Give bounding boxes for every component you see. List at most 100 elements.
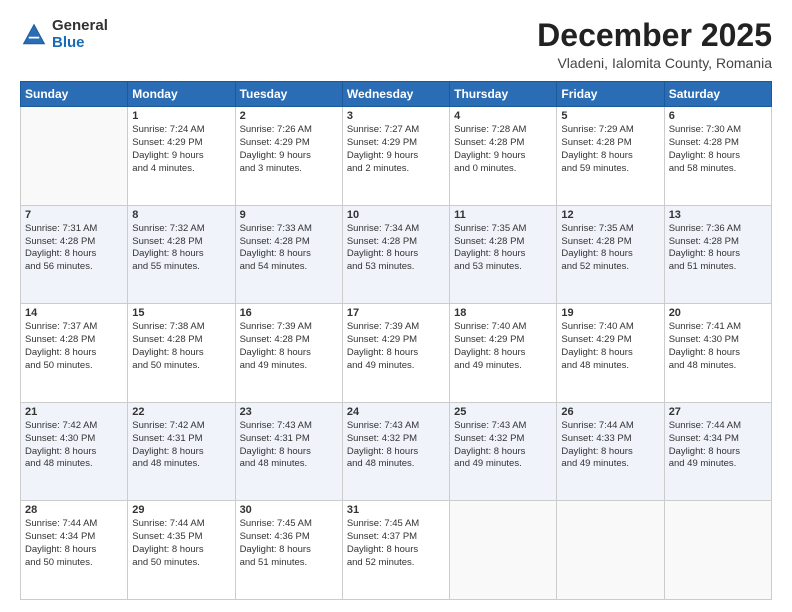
day-number: 6: [669, 110, 767, 122]
day-number: 13: [669, 209, 767, 221]
day-detail: Sunrise: 7:39 AMSunset: 4:29 PMDaylight:…: [347, 321, 445, 372]
calendar-cell: 31 Sunrise: 7:45 AMSunset: 4:37 PMDayligh…: [342, 501, 449, 600]
day-detail: Sunrise: 7:37 AMSunset: 4:28 PMDaylight:…: [25, 321, 123, 372]
day-number: 25: [454, 406, 552, 418]
day-number: 11: [454, 209, 552, 221]
day-detail: Sunrise: 7:36 AMSunset: 4:28 PMDaylight:…: [669, 223, 767, 274]
day-detail: Sunrise: 7:28 AMSunset: 4:28 PMDaylight:…: [454, 124, 552, 175]
logo-text: General Blue: [52, 18, 108, 51]
calendar-cell: 12 Sunrise: 7:35 AMSunset: 4:28 PMDayligh…: [557, 205, 664, 304]
day-detail: Sunrise: 7:44 AMSunset: 4:33 PMDaylight:…: [561, 420, 659, 471]
logo-general-text: General: [52, 18, 108, 35]
day-detail: Sunrise: 7:34 AMSunset: 4:28 PMDaylight:…: [347, 223, 445, 274]
col-header-friday: Friday: [557, 82, 664, 107]
day-detail: Sunrise: 7:45 AMSunset: 4:36 PMDaylight:…: [240, 518, 338, 569]
calendar-cell: [664, 501, 771, 600]
day-number: 14: [25, 307, 123, 319]
day-detail: Sunrise: 7:41 AMSunset: 4:30 PMDaylight:…: [669, 321, 767, 372]
day-detail: Sunrise: 7:24 AMSunset: 4:29 PMDaylight:…: [132, 124, 230, 175]
day-number: 7: [25, 209, 123, 221]
day-detail: Sunrise: 7:35 AMSunset: 4:28 PMDaylight:…: [561, 223, 659, 274]
calendar-cell: [21, 107, 128, 206]
calendar-week-row: 21Sunrise: 7:42 AMSunset: 4:30 PMDayligh…: [21, 402, 772, 501]
calendar-cell: 24 Sunrise: 7:43 AMSunset: 4:32 PMDayligh…: [342, 402, 449, 501]
day-number: 31: [347, 504, 445, 516]
day-detail: Sunrise: 7:43 AMSunset: 4:32 PMDaylight:…: [347, 420, 445, 471]
day-number: 26: [561, 406, 659, 418]
day-number: 8: [132, 209, 230, 221]
day-number: 16: [240, 307, 338, 319]
day-number: 18: [454, 307, 552, 319]
day-number: 27: [669, 406, 767, 418]
day-number: 17: [347, 307, 445, 319]
day-detail: Sunrise: 7:44 AMSunset: 4:34 PMDaylight:…: [25, 518, 123, 569]
day-detail: Sunrise: 7:43 AMSunset: 4:32 PMDaylight:…: [454, 420, 552, 471]
day-number: 12: [561, 209, 659, 221]
col-header-saturday: Saturday: [664, 82, 771, 107]
calendar-cell: 19 Sunrise: 7:40 AMSunset: 4:29 PMDayligh…: [557, 304, 664, 403]
calendar-cell: 17 Sunrise: 7:39 AMSunset: 4:29 PMDayligh…: [342, 304, 449, 403]
calendar-cell: 26 Sunrise: 7:44 AMSunset: 4:33 PMDayligh…: [557, 402, 664, 501]
calendar-cell: 25 Sunrise: 7:43 AMSunset: 4:32 PMDayligh…: [450, 402, 557, 501]
day-detail: Sunrise: 7:29 AMSunset: 4:28 PMDaylight:…: [561, 124, 659, 175]
calendar-week-row: 14 Sunrise: 7:37 AMSunset: 4:28 PMDayligh…: [21, 304, 772, 403]
day-number: 24: [347, 406, 445, 418]
day-detail: Sunrise: 7:42 AMSunset: 4:30 PMDaylight:…: [25, 420, 123, 471]
day-number: 3: [347, 110, 445, 122]
day-detail: Sunrise: 7:39 AMSunset: 4:28 PMDaylight:…: [240, 321, 338, 372]
calendar-cell: 6 Sunrise: 7:30 AMSunset: 4:28 PMDaylight…: [664, 107, 771, 206]
col-header-sunday: Sunday: [21, 82, 128, 107]
day-number: 22: [132, 406, 230, 418]
day-detail: Sunrise: 7:44 AMSunset: 4:35 PMDaylight:…: [132, 518, 230, 569]
logo-icon: [20, 21, 48, 49]
calendar-cell: [557, 501, 664, 600]
header: General Blue December 2025 Vladeni, Ialo…: [20, 18, 772, 71]
day-number: 28: [25, 504, 123, 516]
logo-blue-text: Blue: [52, 35, 108, 52]
calendar-week-row: 1Sunrise: 7:24 AMSunset: 4:29 PMDaylight…: [21, 107, 772, 206]
day-detail: Sunrise: 7:27 AMSunset: 4:29 PMDaylight:…: [347, 124, 445, 175]
calendar-cell: [450, 501, 557, 600]
calendar-week-row: 28 Sunrise: 7:44 AMSunset: 4:34 PMDayligh…: [21, 501, 772, 600]
calendar-cell: 21Sunrise: 7:42 AMSunset: 4:30 PMDayligh…: [21, 402, 128, 501]
day-detail: Sunrise: 7:45 AMSunset: 4:37 PMDaylight:…: [347, 518, 445, 569]
calendar-cell: 16 Sunrise: 7:39 AMSunset: 4:28 PMDayligh…: [235, 304, 342, 403]
page: General Blue December 2025 Vladeni, Ialo…: [0, 0, 792, 612]
calendar-cell: 23Sunrise: 7:43 AMSunset: 4:31 PMDayligh…: [235, 402, 342, 501]
calendar-cell: 28 Sunrise: 7:44 AMSunset: 4:34 PMDayligh…: [21, 501, 128, 600]
calendar-cell: 11 Sunrise: 7:35 AMSunset: 4:28 PMDayligh…: [450, 205, 557, 304]
calendar-table: SundayMondayTuesdayWednesdayThursdayFrid…: [20, 81, 772, 600]
title-block: December 2025 Vladeni, Ialomita County, …: [537, 18, 772, 71]
calendar-cell: 9Sunrise: 7:33 AMSunset: 4:28 PMDaylight…: [235, 205, 342, 304]
calendar-week-row: 7 Sunrise: 7:31 AMSunset: 4:28 PMDaylight…: [21, 205, 772, 304]
day-detail: Sunrise: 7:26 AMSunset: 4:29 PMDaylight:…: [240, 124, 338, 175]
calendar-cell: 22 Sunrise: 7:42 AMSunset: 4:31 PMDayligh…: [128, 402, 235, 501]
day-detail: Sunrise: 7:40 AMSunset: 4:29 PMDaylight:…: [454, 321, 552, 372]
calendar-cell: 1Sunrise: 7:24 AMSunset: 4:29 PMDaylight…: [128, 107, 235, 206]
day-detail: Sunrise: 7:32 AMSunset: 4:28 PMDaylight:…: [132, 223, 230, 274]
calendar-cell: 2Sunrise: 7:26 AMSunset: 4:29 PMDaylight…: [235, 107, 342, 206]
month-title: December 2025: [537, 18, 772, 53]
calendar-cell: 30 Sunrise: 7:45 AMSunset: 4:36 PMDayligh…: [235, 501, 342, 600]
day-number: 30: [240, 504, 338, 516]
day-number: 5: [561, 110, 659, 122]
calendar-cell: 20Sunrise: 7:41 AMSunset: 4:30 PMDayligh…: [664, 304, 771, 403]
logo: General Blue: [20, 18, 108, 51]
day-detail: Sunrise: 7:31 AMSunset: 4:28 PMDaylight:…: [25, 223, 123, 274]
calendar-cell: 27 Sunrise: 7:44 AMSunset: 4:34 PMDayligh…: [664, 402, 771, 501]
day-detail: Sunrise: 7:42 AMSunset: 4:31 PMDaylight:…: [132, 420, 230, 471]
calendar-cell: 18 Sunrise: 7:40 AMSunset: 4:29 PMDayligh…: [450, 304, 557, 403]
day-number: 15: [132, 307, 230, 319]
day-detail: Sunrise: 7:35 AMSunset: 4:28 PMDaylight:…: [454, 223, 552, 274]
day-detail: Sunrise: 7:33 AMSunset: 4:28 PMDaylight:…: [240, 223, 338, 274]
col-header-monday: Monday: [128, 82, 235, 107]
day-number: 19: [561, 307, 659, 319]
day-number: 4: [454, 110, 552, 122]
day-detail: Sunrise: 7:30 AMSunset: 4:28 PMDaylight:…: [669, 124, 767, 175]
day-detail: Sunrise: 7:40 AMSunset: 4:29 PMDaylight:…: [561, 321, 659, 372]
day-detail: Sunrise: 7:44 AMSunset: 4:34 PMDaylight:…: [669, 420, 767, 471]
day-number: 23: [240, 406, 338, 418]
day-number: 10: [347, 209, 445, 221]
calendar-cell: 8 Sunrise: 7:32 AMSunset: 4:28 PMDaylight…: [128, 205, 235, 304]
calendar-cell: 14 Sunrise: 7:37 AMSunset: 4:28 PMDayligh…: [21, 304, 128, 403]
